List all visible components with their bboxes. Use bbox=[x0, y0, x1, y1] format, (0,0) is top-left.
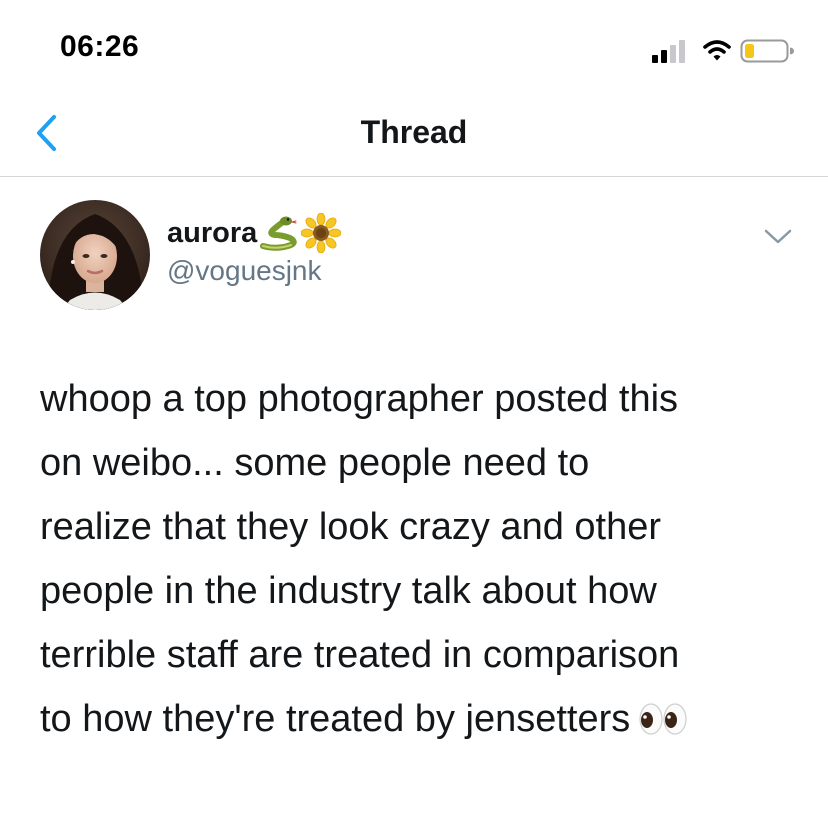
page-title: Thread bbox=[360, 114, 468, 150]
tweet-options-button[interactable] bbox=[760, 225, 796, 249]
avatar[interactable] bbox=[40, 200, 150, 310]
status-icons bbox=[650, 38, 800, 64]
wifi-icon bbox=[703, 40, 731, 61]
tweet-text-line: terrible staff are treated in comparison bbox=[40, 634, 680, 676]
tweet-text-line: on weibo... some people need to bbox=[40, 442, 590, 484]
tweet-text: whoop a top photographer posted this on … bbox=[40, 367, 810, 751]
tweet-text-line: realize that they look crazy and other bbox=[40, 506, 662, 548]
tweet-text-last-line: to how they're treated by jensetters bbox=[40, 687, 810, 751]
display-name: aurora bbox=[167, 216, 258, 249]
status-bar: 06:26 bbox=[0, 0, 828, 92]
nav-bar: Thread bbox=[0, 92, 828, 177]
author-block: aurora @voguesjnk bbox=[167, 213, 342, 287]
tweet-text-line: to how they're treated by jensetters bbox=[40, 698, 631, 740]
user-handle[interactable]: @voguesjnk bbox=[167, 255, 341, 287]
tweet: aurora @voguesjnk whoop a top photograph… bbox=[0, 177, 828, 824]
signal-icon bbox=[652, 40, 685, 63]
sunflower-emoji bbox=[301, 213, 342, 253]
display-name-row[interactable]: aurora bbox=[167, 213, 342, 253]
tweet-text-line: people in the industry talk about how bbox=[40, 570, 657, 612]
chevron-down-icon bbox=[764, 229, 792, 244]
eyes-emoji bbox=[639, 703, 687, 735]
snake-emoji bbox=[260, 216, 298, 251]
tweet-thread-screen: 06:26 Thread aurora @voguesjnk whoop a t… bbox=[0, 0, 828, 824]
tweet-text-line: whoop a top photographer posted this bbox=[40, 378, 679, 420]
avatar-image bbox=[40, 200, 150, 310]
battery-icon bbox=[740, 39, 794, 63]
status-time: 06:26 bbox=[60, 30, 140, 63]
